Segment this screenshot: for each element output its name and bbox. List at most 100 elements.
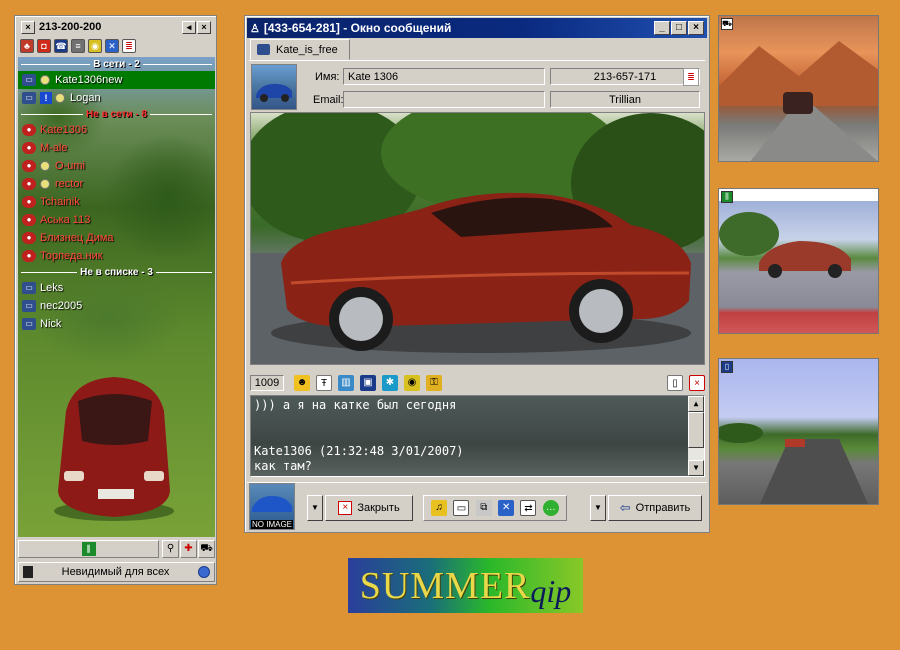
avatar-caption: NO IMAGE xyxy=(251,520,294,529)
smiley-icon[interactable]: ☻ xyxy=(294,375,310,391)
settings-icon[interactable]: ✕ xyxy=(498,500,515,516)
contact-icon: ▭ xyxy=(22,282,36,294)
summer-qip-logo: SUMMER qip xyxy=(348,558,583,613)
history-icon[interactable]: ≡ xyxy=(71,39,85,53)
uin-field[interactable]: 213-657-171 xyxy=(550,68,700,85)
contact-list[interactable]: В сети - 2 ▭ Kate1306new ▭ ! Logan Не в … xyxy=(18,57,215,537)
contact-item[interactable]: ▭ Kate1306new xyxy=(18,71,215,89)
flower-icon xyxy=(55,93,65,103)
close-options-dropdown[interactable]: ▼ xyxy=(307,495,323,521)
contact-item[interactable]: ● Торпеда.ник xyxy=(18,247,215,265)
scroll-down-icon[interactable]: ▼ xyxy=(688,460,704,476)
user-info-icon[interactable]: ≣ xyxy=(683,68,699,86)
close-icon[interactable]: × xyxy=(21,20,35,34)
glass-icon[interactable]: ▥ xyxy=(338,375,354,391)
contact-item[interactable]: ● Tchainik xyxy=(18,193,215,211)
send-button-label: Отправить xyxy=(635,502,691,514)
contact-name: Logan xyxy=(70,92,101,104)
group-header-offline[interactable]: Не в сети - 8 xyxy=(18,107,215,121)
flower-icon xyxy=(40,75,50,85)
name-field[interactable]: Kate 1306 xyxy=(343,68,545,85)
contact-item[interactable]: ● O-umi xyxy=(18,157,215,175)
group-header-not-in-list[interactable]: Не в списке - 3 xyxy=(18,265,215,279)
email-field[interactable] xyxy=(343,91,545,108)
contact-item[interactable]: ● rector xyxy=(18,175,215,193)
my-avatar: NO IMAGE xyxy=(249,483,295,530)
bell-icon[interactable]: ♫ xyxy=(431,500,448,516)
contact-item[interactable]: ● M-ale xyxy=(18,139,215,157)
quick-actions-group: ♫ ▭ ⧉ ✕ ⇄ … xyxy=(423,495,567,521)
contact-name: Leks xyxy=(40,282,64,294)
contact-list-toolbar: ♣ ◘ ☎ ≡ ◉ ✕ ≣ xyxy=(17,37,214,55)
translit-icon[interactable]: Ŧ xyxy=(316,375,332,391)
chat-history[interactable]: ))) а я на катке был сегодня Kate1306 (2… xyxy=(250,395,705,477)
status-selector[interactable]: Невидимый для всех xyxy=(18,562,215,582)
group-icon[interactable]: ◘ xyxy=(37,39,51,53)
contact-name: Kate1306 xyxy=(40,124,88,136)
contact-item[interactable]: ▭ Nick xyxy=(18,315,215,333)
city-car-image xyxy=(719,212,851,278)
client-field[interactable]: Trillian xyxy=(550,91,700,108)
add-contact-icon[interactable]: ✚ xyxy=(180,540,197,558)
contact-item[interactable]: ▭ Leks xyxy=(18,279,215,297)
contact-item[interactable]: ● Аська 113 xyxy=(18,211,215,229)
screenshot-desert-road: ⛟ xyxy=(718,15,879,162)
contact-icon: ▭ xyxy=(22,318,36,330)
xstatus-icon[interactable] xyxy=(198,566,210,578)
lock-icon[interactable]: ⚿ xyxy=(426,375,442,391)
chat-scrollbar[interactable]: ▲ ▼ xyxy=(688,396,704,476)
logo-word-summer: SUMMER xyxy=(359,564,531,607)
message-window-title: [433-654-281] - Окно сообщений xyxy=(263,21,452,35)
new-document-icon[interactable]: ▯ xyxy=(667,375,683,391)
transfer-icon[interactable]: ⇄ xyxy=(520,500,537,516)
contact-item[interactable]: ▭ ! Logan xyxy=(18,89,215,107)
car-icon[interactable]: ⛟ xyxy=(198,540,215,558)
screen-icon[interactable]: ✱ xyxy=(382,375,398,391)
send-options-dropdown[interactable]: ▼ xyxy=(590,495,606,521)
contact-name: Торпеда.ник xyxy=(40,250,103,262)
message-window-titlebar[interactable]: ♙ [433-654-281] - Окно сообщений _ □ × xyxy=(247,18,707,38)
send-button[interactable]: ⇦ Отправить xyxy=(608,495,702,521)
close-button[interactable]: × xyxy=(197,20,211,34)
contact-name: Близнец Дима xyxy=(40,232,114,244)
people-icon[interactable]: ♣ xyxy=(20,39,34,53)
scroll-thumb[interactable] xyxy=(688,412,704,448)
clear-icon[interactable]: × xyxy=(689,375,705,391)
phone-icon[interactable]: ☎ xyxy=(54,39,68,53)
contact-online-icon: ▭ xyxy=(22,74,36,86)
contact-name: Kate1306new xyxy=(55,74,123,86)
settings-icon[interactable]: ✕ xyxy=(105,39,119,53)
scroll-up-icon[interactable]: ▲ xyxy=(688,396,704,412)
contact-item[interactable]: ● Kate1306 xyxy=(18,121,215,139)
find-user-icon[interactable]: ⚲ xyxy=(162,540,179,558)
contact-item[interactable]: ● Близнец Дима xyxy=(18,229,215,247)
maximize-button[interactable]: □ xyxy=(671,21,687,35)
contact-offline-icon: ● xyxy=(22,250,36,262)
tab-chat[interactable]: Kate_is_free xyxy=(250,39,350,60)
desert-road-image xyxy=(719,41,878,161)
window-icon[interactable]: ▭ xyxy=(453,500,470,516)
tab-label: Kate_is_free xyxy=(276,43,338,56)
contacts-icon[interactable]: ⧉ xyxy=(475,500,492,516)
close-button[interactable]: × xyxy=(688,21,704,35)
group-header-online[interactable]: В сети - 2 xyxy=(18,57,215,71)
minimize-button[interactable]: ◂ xyxy=(182,20,196,34)
close-chat-button[interactable]: × Закрыть xyxy=(325,495,413,521)
main-menu-button[interactable]: ⫼ xyxy=(18,540,159,558)
car-icon: ⛟ xyxy=(721,18,733,30)
chat-line: Kate1306 (21:32:48 3/01/2007) xyxy=(254,444,464,458)
document-icon[interactable]: ≣ xyxy=(122,39,136,53)
contact-offline-icon: ● xyxy=(22,196,36,208)
minimize-button[interactable]: _ xyxy=(654,21,670,35)
contact-item[interactable]: ▭ nec2005 xyxy=(18,297,215,315)
send-icon: ⇦ xyxy=(619,500,631,515)
contact-list-titlebar[interactable]: × 213-200-200 ◂ × xyxy=(17,18,214,36)
database-icon[interactable]: ◉ xyxy=(88,39,102,53)
database-icon[interactable]: ◉ xyxy=(404,375,420,391)
contact-offline-icon: ● xyxy=(22,124,36,136)
save-icon[interactable]: ▣ xyxy=(360,375,376,391)
phone-icon: ▯ xyxy=(721,361,733,373)
message-pending-icon: ! xyxy=(40,92,52,104)
more-icon[interactable]: … xyxy=(542,500,559,516)
contact-name: rector xyxy=(55,178,84,190)
